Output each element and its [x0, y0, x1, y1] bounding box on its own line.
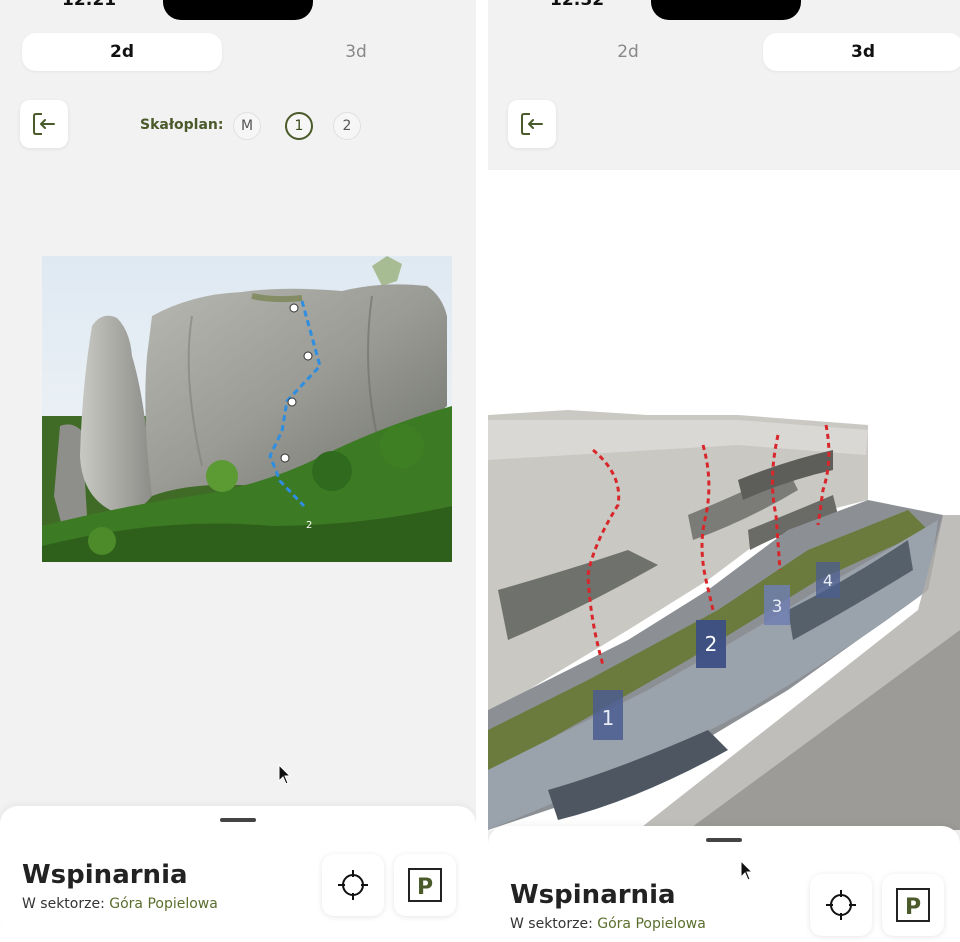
route-number-label: 2 — [306, 520, 312, 531]
exit-icon — [33, 113, 55, 135]
sector-link[interactable]: Góra Popielowa — [109, 896, 218, 912]
route-anchor-icon — [303, 351, 313, 361]
rock-topo-photo: 2 — [42, 256, 452, 562]
tab-3d[interactable]: 3d — [763, 33, 960, 71]
mouse-cursor-icon — [278, 764, 292, 785]
sector-link[interactable]: Góra Popielowa — [597, 916, 706, 932]
exit-icon — [521, 113, 543, 135]
bottom-sheet[interactable]: Wspinarnia W sektorze: Góra Popielowa P — [0, 806, 476, 942]
status-bar: 12:32 — [488, 0, 960, 22]
camera-notch — [163, 0, 313, 20]
skaloplan-option-1[interactable]: 1 — [285, 112, 313, 140]
sheet-drag-handle[interactable] — [706, 838, 742, 842]
skaloplan-label: Skałoplan: — [140, 117, 224, 133]
sector-prefix: W sektorze: — [510, 916, 593, 932]
tab-2d[interactable]: 2d — [528, 33, 728, 71]
skaloplan-option-m[interactable]: M — [233, 112, 261, 140]
status-time: 12:21 — [62, 0, 117, 10]
view-mode-toggle: 2d 3d — [20, 33, 452, 71]
skaloplan-option-2[interactable]: 2 — [333, 112, 361, 140]
parking-button[interactable]: P — [394, 854, 456, 916]
status-time: 12:32 — [550, 0, 605, 10]
parking-icon: P — [408, 868, 442, 902]
route-anchor-icon — [287, 397, 297, 407]
status-bar: 12:21 — [0, 0, 476, 22]
route-anchor-icon — [289, 303, 299, 313]
exit-button[interactable] — [508, 100, 556, 148]
locate-button[interactable] — [322, 854, 384, 916]
crosshair-icon — [338, 870, 368, 900]
sector-info: W sektorze: Góra Popielowa — [22, 896, 218, 912]
crosshair-icon — [826, 890, 856, 920]
parking-icon: P — [896, 888, 930, 922]
sheet-drag-handle[interactable] — [220, 818, 256, 822]
sector-prefix: W sektorze: — [22, 896, 105, 912]
sector-info: W sektorze: Góra Popielowa — [510, 916, 706, 932]
tab-2d[interactable]: 2d — [22, 33, 222, 71]
tab-3d[interactable]: 3d — [256, 33, 456, 71]
svg-text:P: P — [905, 895, 921, 920]
3d-rock-model-view[interactable]: 1 2 3 4 — [488, 170, 960, 830]
svg-text:3: 3 — [772, 597, 783, 617]
locate-button[interactable] — [810, 874, 872, 936]
exit-button[interactable] — [20, 100, 68, 148]
svg-text:2: 2 — [705, 632, 718, 656]
svg-text:4: 4 — [823, 571, 833, 590]
crag-title: Wspinarnia — [22, 860, 188, 890]
phone-screen-2d: 12:21 2d 3d Skałoplan: M 1 2 2 Wspinarni… — [0, 0, 476, 942]
camera-notch — [651, 0, 801, 20]
view-mode-toggle: 2d 3d — [508, 33, 960, 71]
phone-screen-3d: 12:32 2d 3d 1 2 3 4 Wspinarnia W sektorz… — [488, 0, 960, 942]
crag-title: Wspinarnia — [510, 880, 676, 910]
mouse-cursor-icon — [740, 860, 754, 881]
route-anchor-icon — [280, 453, 290, 463]
svg-text:P: P — [417, 875, 433, 900]
svg-text:1: 1 — [602, 706, 615, 730]
parking-button[interactable]: P — [882, 874, 944, 936]
bottom-sheet[interactable]: Wspinarnia W sektorze: Góra Popielowa P — [488, 826, 960, 942]
